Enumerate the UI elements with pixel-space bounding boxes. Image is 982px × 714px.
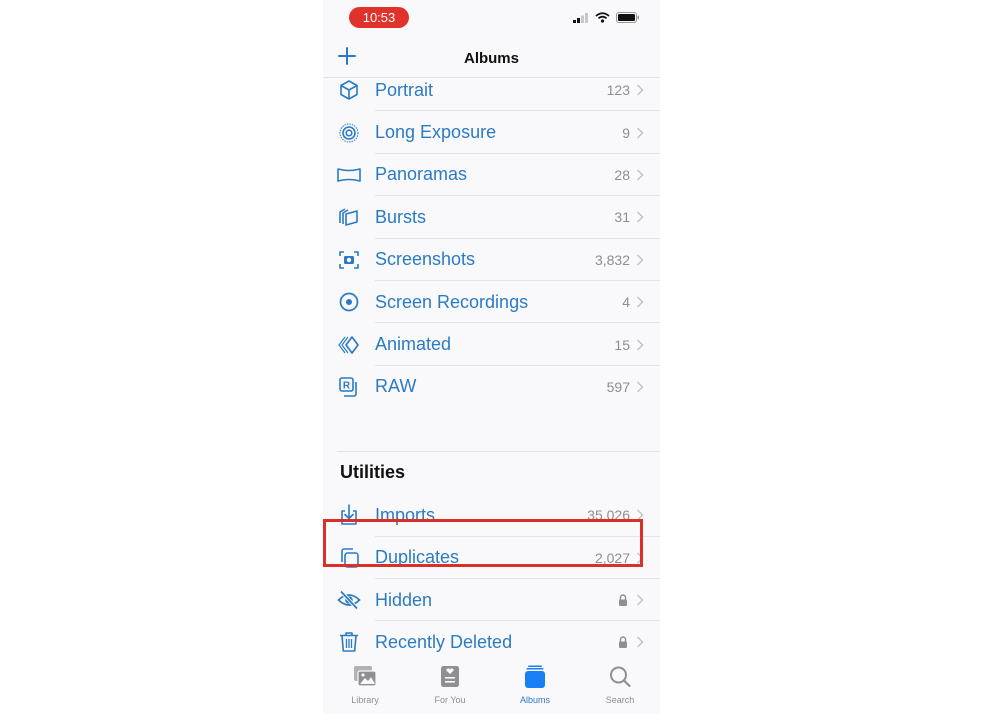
- album-row-portrait[interactable]: Portrait 123: [323, 69, 660, 112]
- tab-label: Albums: [519, 695, 550, 705]
- album-row-bursts[interactable]: Bursts 31: [323, 196, 660, 239]
- screen-recording-icon: [339, 292, 359, 312]
- album-count: 4: [622, 294, 630, 311]
- tab-bar: Library For You Albums Search: [323, 655, 660, 714]
- duplicates-icon: [341, 547, 359, 568]
- chevron-right-icon: [636, 381, 644, 393]
- search-icon: [610, 666, 631, 688]
- album-row-screenshots[interactable]: Screenshots 3,832: [323, 239, 660, 281]
- chevron-right-icon: [636, 636, 644, 649]
- section-header-utilities: Utilities: [323, 452, 660, 494]
- chevron-right-icon: [636, 127, 644, 139]
- cellular-signal-icon: [573, 12, 588, 23]
- chevron-right-icon: [636, 84, 644, 96]
- album-label: Duplicates: [375, 547, 460, 568]
- album-label: Screenshots: [375, 249, 476, 270]
- album-label: Hidden: [375, 589, 433, 610]
- chevron-right-icon: [636, 254, 644, 266]
- album-label: Bursts: [375, 206, 427, 227]
- section-gap: [323, 408, 660, 453]
- import-icon: [341, 504, 357, 526]
- screenshot-icon: [339, 250, 359, 269]
- svg-text:R: R: [343, 380, 351, 391]
- album-count: 31: [614, 209, 630, 226]
- tab-for-you[interactable]: For You: [420, 665, 480, 705]
- album-count: 123: [606, 82, 630, 99]
- panorama-icon: [337, 168, 361, 182]
- long-exposure-icon: [339, 123, 359, 143]
- chevron-right-icon: [636, 296, 644, 308]
- tab-search[interactable]: Search: [590, 665, 650, 705]
- album-label: RAW: [375, 376, 417, 397]
- album-label: Long Exposure: [375, 122, 497, 143]
- tab-library[interactable]: Library: [335, 665, 395, 705]
- album-count: 28: [614, 166, 630, 183]
- album-label: Animated: [375, 334, 452, 355]
- raw-icon: R: [339, 377, 357, 397]
- album-label: Portrait: [375, 79, 434, 100]
- trash-icon: [340, 632, 358, 653]
- utility-row-imports[interactable]: Imports 35,026: [323, 494, 660, 537]
- album-label: Recently Deleted: [375, 631, 513, 652]
- utility-row-hidden[interactable]: Hidden: [323, 579, 660, 622]
- chevron-right-icon: [636, 594, 644, 606]
- album-count: 2,027: [594, 549, 630, 566]
- albums-list: Portrait 123 Long Exposure 9 Panoramas 2…: [323, 69, 660, 664]
- tab-label: Search: [605, 695, 635, 705]
- lock-icon: [619, 636, 627, 649]
- lock-icon: [619, 594, 627, 607]
- chevron-right-icon: [636, 339, 644, 351]
- chevron-right-icon: [636, 169, 644, 181]
- status-time: 10:53: [349, 7, 409, 28]
- hidden-eye-icon: [337, 590, 361, 610]
- phone-screen: 10:53 Albums Portrait 123 Long Exposure …: [323, 0, 660, 714]
- chevron-right-icon: [636, 509, 644, 521]
- section-title: Utilities: [340, 462, 406, 483]
- album-label: Imports: [375, 504, 436, 525]
- library-icon: [354, 666, 377, 687]
- page-title: Albums: [463, 50, 519, 67]
- animated-icon: [338, 335, 359, 354]
- battery-icon: [616, 12, 639, 23]
- album-label: Screen Recordings: [375, 291, 529, 312]
- status-icons: [573, 12, 640, 23]
- album-row-animated[interactable]: Animated 15: [323, 323, 660, 366]
- album-row-long-exposure[interactable]: Long Exposure 9: [323, 111, 660, 154]
- wifi-icon: [595, 12, 610, 23]
- status-bar: 10:53: [323, 0, 660, 38]
- album-row-panoramas[interactable]: Panoramas 28: [323, 154, 660, 197]
- utility-row-duplicates[interactable]: Duplicates 2,027: [323, 537, 660, 579]
- album-count: 9: [622, 124, 630, 141]
- chevron-right-icon: [636, 552, 644, 564]
- tab-label: For You: [434, 695, 466, 705]
- album-count: 597: [606, 378, 630, 395]
- tab-albums[interactable]: Albums: [505, 665, 565, 705]
- cube-icon: [340, 80, 358, 100]
- bursts-icon: [339, 208, 358, 227]
- chevron-right-icon: [636, 211, 644, 223]
- album-row-raw[interactable]: R RAW 597: [323, 366, 660, 408]
- albums-icon: [525, 665, 545, 688]
- album-count: 35,026: [587, 507, 630, 524]
- for-you-icon: [441, 666, 459, 687]
- album-row-screen-recordings[interactable]: Screen Recordings 4: [323, 281, 660, 324]
- album-count: 15: [614, 336, 630, 353]
- album-label: Panoramas: [375, 164, 468, 185]
- album-count: 3,832: [594, 251, 630, 268]
- tab-label: Library: [351, 695, 379, 705]
